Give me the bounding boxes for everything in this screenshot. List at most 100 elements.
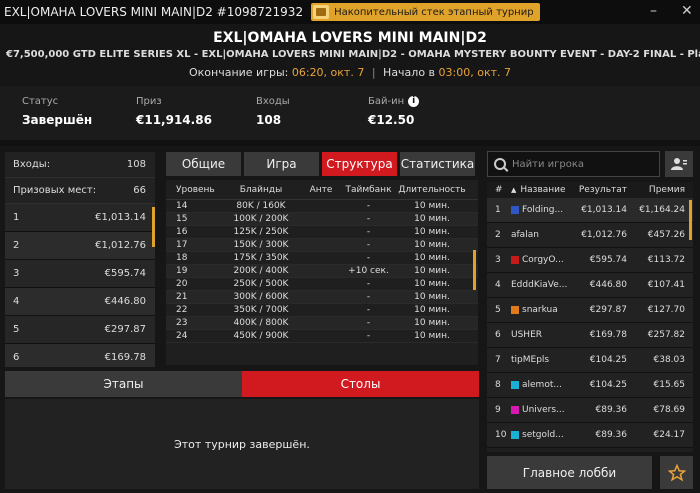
duration-cell: 10 мин. bbox=[414, 292, 450, 302]
player-name-cell: tipMEpls bbox=[511, 355, 569, 365]
player-row[interactable]: 9 Univers... €89.36 €78.69 bbox=[487, 398, 693, 423]
tab-tables[interactable]: Столы bbox=[242, 371, 479, 397]
tab-general[interactable]: Общие bbox=[166, 152, 241, 176]
player-name: tipMEpls bbox=[511, 355, 550, 365]
player-name-cell: alemot... bbox=[511, 380, 569, 390]
scrollbar[interactable] bbox=[152, 207, 155, 247]
player-rank: 9 bbox=[495, 405, 501, 415]
col-blinds: Блайнды bbox=[239, 184, 283, 195]
duration-cell: 10 мин. bbox=[414, 253, 450, 263]
tab-stages[interactable]: Этапы bbox=[5, 371, 242, 397]
bottom-tabs: Этапы Столы bbox=[5, 371, 479, 397]
structure-row: 21 300K / 600K - 10 мин. bbox=[166, 291, 478, 304]
prize-place: 6 bbox=[13, 352, 20, 363]
duration-cell: 10 мин. bbox=[414, 279, 450, 289]
player-row[interactable]: 6 USHER €169.78 €257.82 bbox=[487, 323, 693, 348]
blinds-cell: 300K / 600K bbox=[233, 292, 289, 302]
player-rows: 1 Folding... €1,013.14 €1,164.24 2 afalan €1,0… bbox=[487, 198, 693, 448]
start-label: Начало в bbox=[383, 66, 436, 79]
blinds-cell: 400K / 800K bbox=[233, 318, 289, 328]
tab-statistics[interactable]: Статистика bbox=[400, 152, 475, 176]
prize-place: 1 bbox=[13, 212, 20, 223]
player-name-cell: setgold... bbox=[511, 430, 569, 440]
scrollbar[interactable] bbox=[689, 200, 692, 240]
player-bounty: €457.26 bbox=[647, 230, 685, 240]
player-result: €595.74 bbox=[589, 255, 627, 265]
structure-row: 16 125K / 250K - 10 мин. bbox=[166, 226, 478, 239]
tab-game[interactable]: Игра bbox=[244, 152, 319, 176]
end-label: Окончание игры: bbox=[188, 66, 289, 79]
duration-cell: 10 мин. bbox=[414, 266, 450, 276]
player-bounty: €15.65 bbox=[653, 380, 686, 390]
player-rank: 2 bbox=[495, 230, 501, 240]
player-row[interactable]: 8 alemot... €104.25 €15.65 bbox=[487, 373, 693, 398]
player-row[interactable]: 1 Folding... €1,013.14 €1,164.24 bbox=[487, 198, 693, 223]
duration-cell: 10 мин. bbox=[414, 331, 450, 341]
col-ante: Анте bbox=[309, 184, 333, 195]
entries-label: Входы bbox=[256, 96, 290, 107]
left-entries-value: 108 bbox=[126, 159, 146, 170]
places-value: 66 bbox=[133, 185, 146, 196]
prize-list: 1 €1,013.14 2 €1,012.76 3 €595.74 4 €446.80 5 €29… bbox=[5, 204, 155, 367]
player-bounty: €38.03 bbox=[653, 355, 686, 365]
player-bounty: €257.82 bbox=[647, 330, 685, 340]
col-rank[interactable]: # bbox=[487, 185, 511, 195]
status-value: Завершён bbox=[22, 113, 93, 127]
prize-row: 1 €1,013.14 bbox=[5, 204, 155, 232]
player-name: setgold... bbox=[522, 430, 564, 440]
col-bounty[interactable]: Премия bbox=[633, 185, 691, 195]
col-result[interactable]: Результат bbox=[569, 185, 633, 195]
prize-amount: €1,013.14 bbox=[95, 212, 146, 223]
level-cell: 16 bbox=[176, 227, 188, 237]
left-entries-label: Входы: bbox=[13, 159, 51, 170]
stack-icon bbox=[313, 5, 330, 19]
find-me-button[interactable] bbox=[665, 151, 693, 177]
col-name[interactable]: ▲ Название bbox=[511, 185, 569, 195]
col-name-label: Название bbox=[520, 185, 566, 195]
star-icon bbox=[667, 463, 686, 481]
player-name-cell: snarkua bbox=[511, 305, 569, 315]
favorite-button[interactable] bbox=[660, 456, 693, 489]
duration-cell: 10 мин. bbox=[414, 240, 450, 250]
tournament-subtitle: €7,500,000 GTD ELITE SERIES XL - EXL|OMA… bbox=[6, 49, 700, 60]
entries-cell: Входы 108 bbox=[234, 86, 346, 140]
main-lobby-button[interactable]: Главное лобби bbox=[487, 456, 652, 489]
search-input[interactable] bbox=[512, 158, 652, 170]
tournament-times: Окончание игры: 06:20, окт. 7 | Начало в… bbox=[188, 66, 512, 79]
blinds-cell: 100K / 200K bbox=[233, 214, 289, 224]
flag-icon bbox=[511, 306, 519, 314]
prize-row: 6 €169.78 bbox=[5, 344, 155, 367]
tournament-type-badge: Накопительный стек этапный турнир bbox=[311, 3, 540, 21]
info-icon[interactable]: i bbox=[408, 96, 420, 107]
player-row[interactable]: 7 tipMEpls €104.25 €38.03 bbox=[487, 348, 693, 373]
player-name: afalan bbox=[511, 230, 539, 240]
player-row[interactable]: 5 snarkua €297.87 €127.70 bbox=[487, 298, 693, 323]
flag-icon bbox=[511, 206, 519, 214]
player-name-cell: USHER bbox=[511, 330, 569, 340]
structure-rows: 14 80K / 160K - 10 мин. 15 100K / 200K - 10 мин… bbox=[166, 200, 478, 343]
player-rank: 10 bbox=[495, 430, 507, 440]
prize-amount: €446.80 bbox=[104, 296, 146, 307]
col-level: Уровень bbox=[176, 184, 215, 195]
tournament-title: EXL|OMAHA LOVERS MINI MAIN|D2 bbox=[213, 30, 487, 46]
player-row[interactable]: 10 setgold... €89.36 €24.17 bbox=[487, 423, 693, 448]
player-row[interactable]: 4 EdddKiaVe... €446.80 €107.41 bbox=[487, 273, 693, 298]
structure-row: 19 200K / 400K +10 сек. 10 мин. bbox=[166, 265, 478, 278]
prize-place: 3 bbox=[13, 268, 20, 279]
player-search[interactable] bbox=[487, 151, 660, 177]
blinds-cell: 150K / 300K bbox=[233, 240, 289, 250]
start-value: 03:00, окт. 7 bbox=[438, 66, 512, 79]
level-cell: 21 bbox=[176, 292, 188, 302]
player-row[interactable]: 2 afalan €1,012.76 €457.26 bbox=[487, 223, 693, 248]
structure-row: 18 175K / 350K - 10 мин. bbox=[166, 252, 478, 265]
player-row[interactable]: 3 CorgyO... €595.74 €113.72 bbox=[487, 248, 693, 273]
close-button[interactable]: ✕ bbox=[681, 3, 693, 19]
blinds-cell: 350K / 700K bbox=[233, 305, 289, 315]
player-rank: 6 bbox=[495, 330, 501, 340]
scrollbar[interactable] bbox=[473, 250, 476, 290]
tab-structure[interactable]: Структура bbox=[322, 152, 397, 176]
player-result: €104.25 bbox=[589, 355, 627, 365]
minimize-button[interactable]: – bbox=[650, 3, 657, 19]
col-duration: Длительность bbox=[398, 184, 466, 195]
prize-amount: €595.74 bbox=[104, 268, 146, 279]
